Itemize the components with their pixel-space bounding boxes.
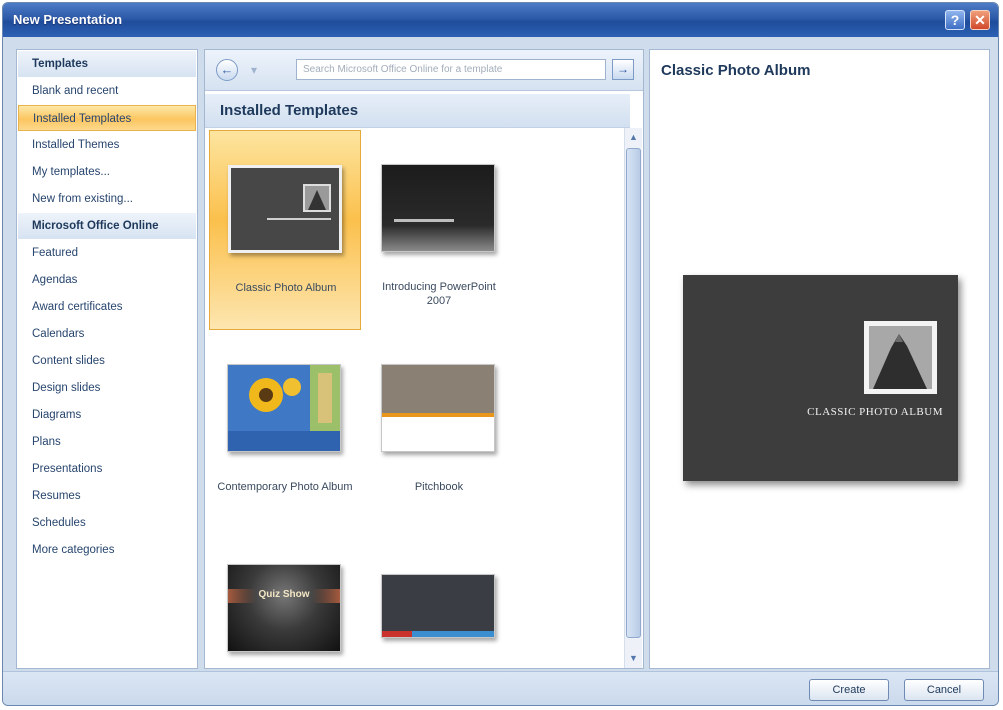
close-icon[interactable]: ✕ (970, 10, 990, 30)
category-agendas[interactable]: Agendas (18, 267, 196, 293)
title-bar[interactable]: New Presentation ? ✕ (3, 3, 998, 37)
scrollbar-thumb[interactable] (626, 148, 641, 638)
preview-panel: Classic Photo Album CLASSIC PHOTO ALBUM (649, 49, 990, 669)
category-featured[interactable]: Featured (18, 240, 196, 266)
category-schedules[interactable]: Schedules (18, 510, 196, 536)
back-arrow-icon[interactable]: ← (216, 59, 238, 81)
template-introducing-powerpoint[interactable]: Introducing PowerPoint 2007 (363, 130, 515, 330)
thumb-blue-bar (412, 631, 494, 637)
template-label: Classic Photo Album (235, 282, 337, 294)
template-label: Introducing PowerPoint 2007 (382, 281, 496, 307)
category-installed-themes[interactable]: Installed Themes (18, 132, 196, 158)
template-search-input[interactable] (296, 59, 606, 80)
category-blank-and-recent[interactable]: Blank and recent (18, 78, 196, 104)
pitchbook-accent-line (382, 413, 494, 417)
category-panel: Templates Blank and recent Installed Tem… (16, 49, 198, 669)
category-award-certificates[interactable]: Award certificates (18, 294, 196, 320)
gallery-heading: Installed Templates (205, 94, 630, 128)
template-sixth[interactable] (363, 530, 515, 668)
scroll-up-icon[interactable]: ▲ (626, 130, 641, 145)
preview-slide: CLASSIC PHOTO ALBUM (683, 275, 958, 481)
template-thumbnail: Quiz Show (227, 564, 341, 652)
template-quiz-show[interactable]: Quiz Show (209, 530, 361, 668)
category-resumes[interactable]: Resumes (18, 483, 196, 509)
category-new-from-existing[interactable]: New from existing... (18, 186, 196, 212)
title-line (267, 218, 331, 220)
category-more-categories[interactable]: More categories (18, 537, 196, 563)
category-content-slides[interactable]: Content slides (18, 348, 196, 374)
template-thumbnail (228, 165, 342, 253)
category-calendars[interactable]: Calendars (18, 321, 196, 347)
pitchbook-header-band (382, 365, 494, 413)
preview-slide-caption: CLASSIC PHOTO ALBUM (807, 406, 943, 418)
template-classic-photo-album[interactable]: Classic Photo Album (209, 130, 361, 330)
create-button[interactable]: Create (809, 679, 889, 701)
category-design-slides[interactable]: Design slides (18, 375, 196, 401)
template-label: Pitchbook (414, 481, 464, 493)
scroll-down-icon[interactable]: ▼ (626, 651, 641, 666)
gallery-toolbar: ← ▾ → (205, 50, 643, 91)
template-contemporary-photo-album[interactable]: Contemporary Photo Album (209, 330, 361, 530)
preview-title: Classic Photo Album (661, 62, 811, 79)
title-line (394, 219, 454, 222)
template-thumbnail (227, 364, 341, 452)
category-diagrams[interactable]: Diagrams (18, 402, 196, 428)
category-my-templates[interactable]: My templates... (18, 159, 196, 185)
thumb-red-bar (382, 631, 412, 637)
preview-photo (864, 321, 937, 394)
category-plans[interactable]: Plans (18, 429, 196, 455)
cancel-button[interactable]: Cancel (904, 679, 984, 701)
photo-frame (303, 184, 331, 212)
category-installed-templates[interactable]: Installed Templates (18, 105, 196, 131)
dropdown-arrow-icon[interactable]: ▾ (245, 59, 263, 81)
template-thumbnail (381, 574, 495, 638)
template-pitchbook[interactable]: Pitchbook (363, 330, 515, 530)
template-thumbnail (381, 164, 495, 252)
category-header-templates: Templates (18, 51, 196, 77)
mountain-photo-icon (869, 326, 932, 389)
template-gallery: ← ▾ → Installed Templates Classic Photo … (204, 49, 644, 669)
help-icon[interactable]: ? (945, 10, 965, 30)
new-presentation-dialog: New Presentation ? ✕ Templates Blank and… (2, 2, 999, 706)
category-presentations[interactable]: Presentations (18, 456, 196, 482)
quiz-show-thumb-title: Quiz Show (258, 589, 310, 600)
category-header-office-online: Microsoft Office Online (18, 213, 196, 239)
search-go-icon[interactable]: → (612, 59, 634, 80)
template-label: Contemporary Photo Album (217, 481, 353, 493)
gallery-scrollbar[interactable]: ▲ ▼ (624, 128, 642, 668)
mountain-icon (305, 186, 329, 210)
sunflower-icon (228, 365, 340, 451)
window-title: New Presentation (13, 12, 123, 27)
template-thumbnail (381, 364, 495, 452)
